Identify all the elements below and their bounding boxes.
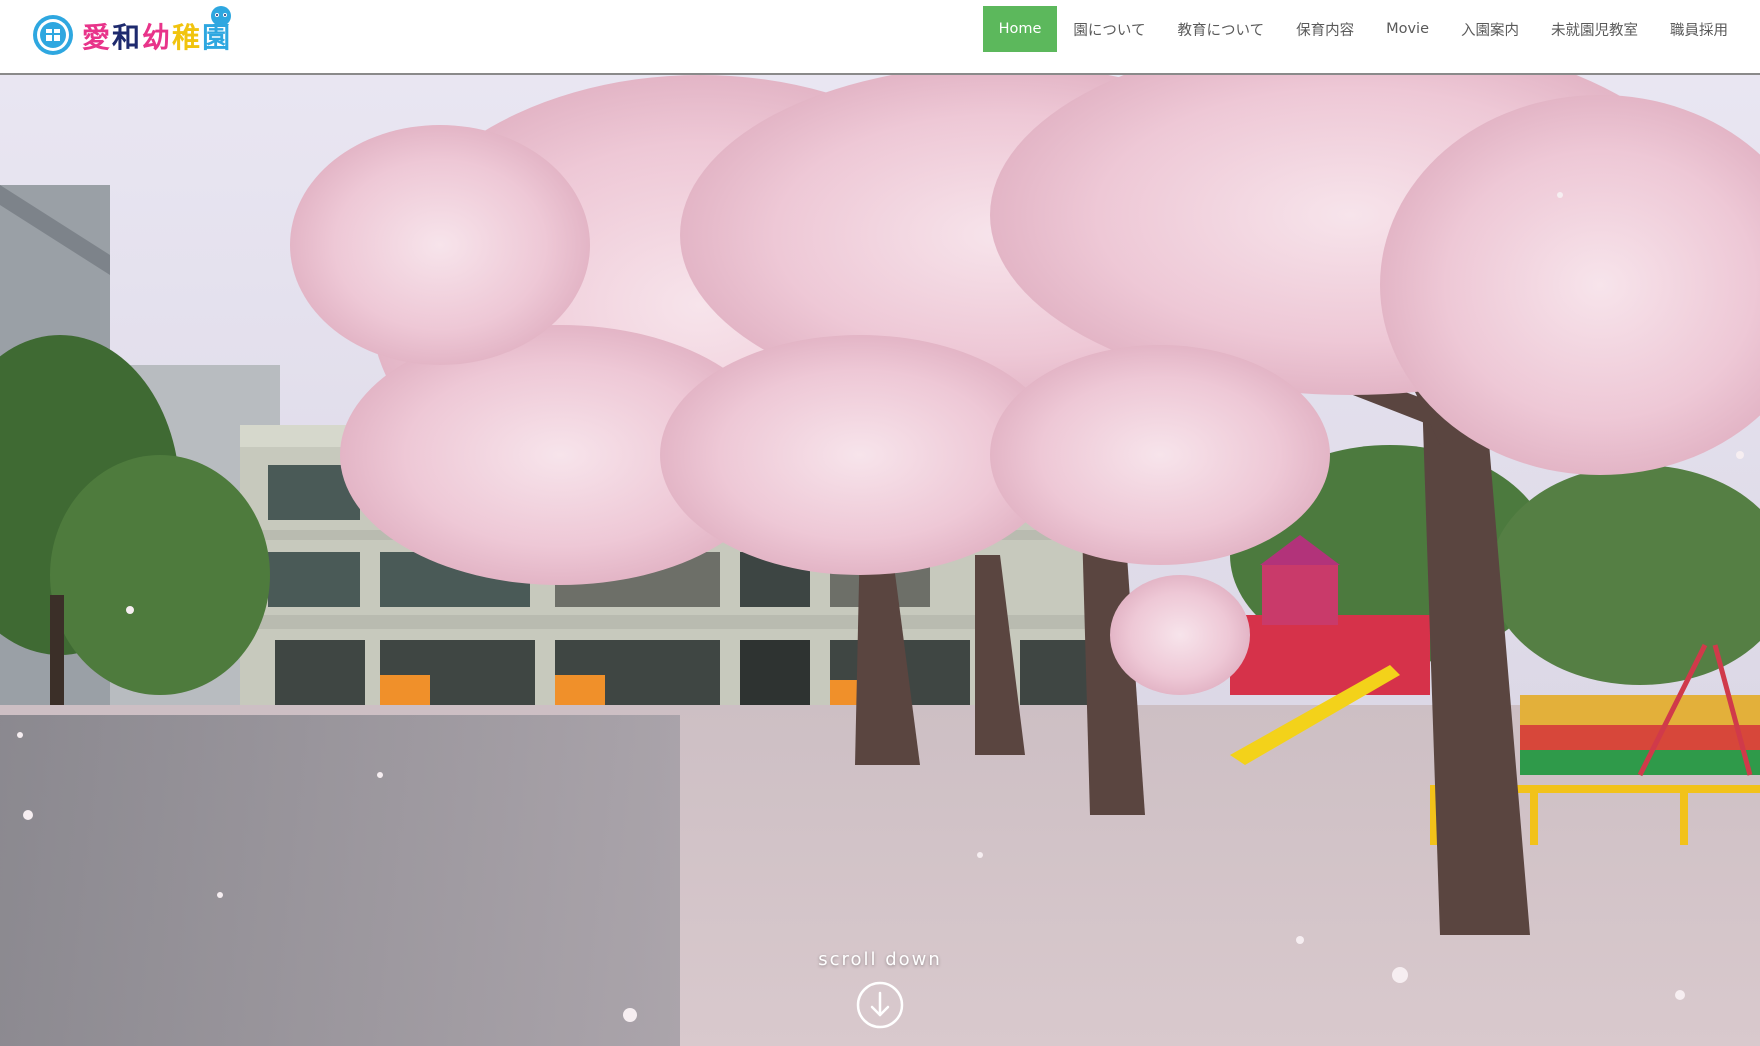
mascot-icon [211,6,231,27]
main-nav: Home 園について 教育について 保育内容 Movie 入園案内 未就園児教室… [982,6,1744,52]
logo-char: 幼 [142,21,173,54]
nav-item-preschool-class[interactable]: 未就園児教室 [1535,6,1654,52]
nav-item-about[interactable]: 園について [1057,6,1161,52]
nav-item-education[interactable]: 教育について [1162,6,1281,52]
scroll-down[interactable]: scroll down [780,949,980,1030]
logo-char: 和 [112,21,143,54]
nav-item-recruit[interactable]: 職員採用 [1654,6,1744,52]
nav-item-movie[interactable]: Movie [1370,6,1445,52]
hero-illustration [0,75,1760,1046]
nav-item-home[interactable]: Home [982,6,1058,52]
arrow-down-circle-icon[interactable] [855,980,905,1030]
kindergarten-badge-icon [33,15,73,55]
nav-item-childcare[interactable]: 保育内容 [1280,6,1370,52]
hero-image: scroll down [0,75,1760,1046]
site-header: 愛和幼稚園 Home 園について 教育について 保育内容 Movie 入園案内 … [0,0,1760,75]
logo-char: 稚 [172,21,203,54]
logo-char: 愛 [82,21,113,54]
nav-item-admission[interactable]: 入園案内 [1445,6,1535,52]
scroll-down-label: scroll down [818,949,942,970]
site-logo[interactable]: 愛和幼稚園 [32,4,262,66]
